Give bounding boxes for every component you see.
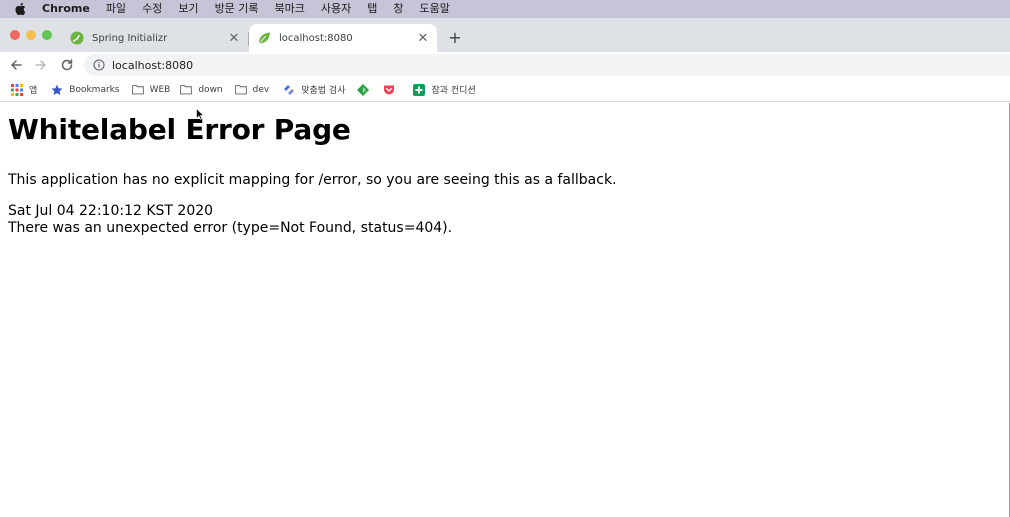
menu-app-chrome[interactable]: Chrome <box>42 0 90 18</box>
reload-icon[interactable] <box>59 57 75 73</box>
green-plus-icon <box>413 83 426 96</box>
tab-close-icon[interactable]: ✕ <box>415 30 431 46</box>
bookmark-green-diamond[interactable] <box>357 80 375 100</box>
tab-strip: Spring Initializr ✕ localhost:8080 ✕ + <box>0 18 1010 52</box>
menu-file[interactable]: 파일 <box>106 0 126 18</box>
green-diamond-icon <box>357 83 370 96</box>
bookmark-label: 앱 <box>29 86 38 96</box>
page-title: Whitelabel Error Page <box>8 113 351 146</box>
bookmark-label: WEB <box>149 84 171 95</box>
menu-view[interactable]: 보기 <box>178 0 198 18</box>
folder-icon <box>234 84 247 96</box>
star-icon <box>51 84 63 96</box>
url-text[interactable]: localhost:8080 <box>112 59 193 72</box>
menu-history[interactable]: 방문 기록 <box>215 0 259 18</box>
spellcheck-icon <box>283 84 295 96</box>
new-tab-icon[interactable]: + <box>446 28 464 47</box>
tab-title: localhost:8080 <box>279 32 353 44</box>
bookmark-label: 맞춤법 검사 <box>301 86 346 96</box>
bookmarks-bar: 앱 Bookmarks WEB down dev 맞춤법 검사 잠과 컨디션 <box>0 78 1010 102</box>
menu-edit[interactable]: 수정 <box>142 0 162 18</box>
spring-icon <box>70 31 84 45</box>
bookmark-folder-down[interactable]: down <box>180 80 223 100</box>
bookmark-apps[interactable]: 앱 <box>11 80 37 100</box>
bookmark-folder-dev[interactable]: dev <box>234 80 270 100</box>
bookmark-label: Bookmarks <box>69 84 120 95</box>
menu-profiles[interactable]: 사용자 <box>321 0 351 18</box>
error-timestamp: Sat Jul 04 22:10:12 KST 2020 <box>8 203 214 219</box>
menu-window[interactable]: 창 <box>393 0 403 18</box>
bookmark-label: 잠과 컨디션 <box>431 86 476 96</box>
pocket-icon <box>383 84 395 96</box>
window-minimize-button[interactable] <box>26 30 36 40</box>
error-details: There was an unexpected error (type=Not … <box>8 220 453 236</box>
bookmark-pocket[interactable] <box>383 80 401 100</box>
mouse-cursor-icon <box>196 105 205 120</box>
browser-toolbar: localhost:8080 <box>0 52 1010 78</box>
window-close-button[interactable] <box>10 30 20 40</box>
page-content: Whitelabel Error Page This application h… <box>8 103 1008 237</box>
bookmark-label: down <box>198 84 223 95</box>
back-arrow-icon[interactable] <box>8 57 24 73</box>
forward-arrow-icon[interactable] <box>33 57 49 73</box>
bookmark-sleep-condition[interactable]: 잠과 컨디션 <box>413 80 476 100</box>
bookmark-bookmarks[interactable]: Bookmarks <box>51 80 120 100</box>
apps-grid-icon <box>11 83 23 96</box>
window-zoom-button[interactable] <box>42 30 52 40</box>
bookmark-spellcheck[interactable]: 맞춤법 검사 <box>283 80 345 100</box>
menu-tab[interactable]: 탭 <box>367 0 377 18</box>
apple-logo-icon[interactable] <box>14 2 28 16</box>
tab-spring-initializr[interactable]: Spring Initializr ✕ <box>62 24 248 52</box>
folder-icon <box>180 84 193 96</box>
tab-close-icon[interactable]: ✕ <box>226 30 242 46</box>
site-info-icon[interactable] <box>93 59 105 71</box>
bookmark-label: dev <box>252 84 270 95</box>
menu-help[interactable]: 도움말 <box>420 0 450 18</box>
error-message: This application has no explicit mapping… <box>8 172 617 188</box>
tab-title: Spring Initializr <box>92 32 168 44</box>
folder-icon <box>131 84 144 96</box>
menu-bookmarks[interactable]: 북마크 <box>275 0 305 18</box>
tab-localhost[interactable]: localhost:8080 ✕ <box>249 24 437 52</box>
mac-menu-bar: Chrome 파일 수정 보기 방문 기록 북마크 사용자 탭 창 도움말 <box>0 0 1010 18</box>
address-bar[interactable]: localhost:8080 <box>84 54 1010 76</box>
spring-leaf-icon <box>257 31 271 45</box>
bookmark-folder-web[interactable]: WEB <box>131 80 171 100</box>
